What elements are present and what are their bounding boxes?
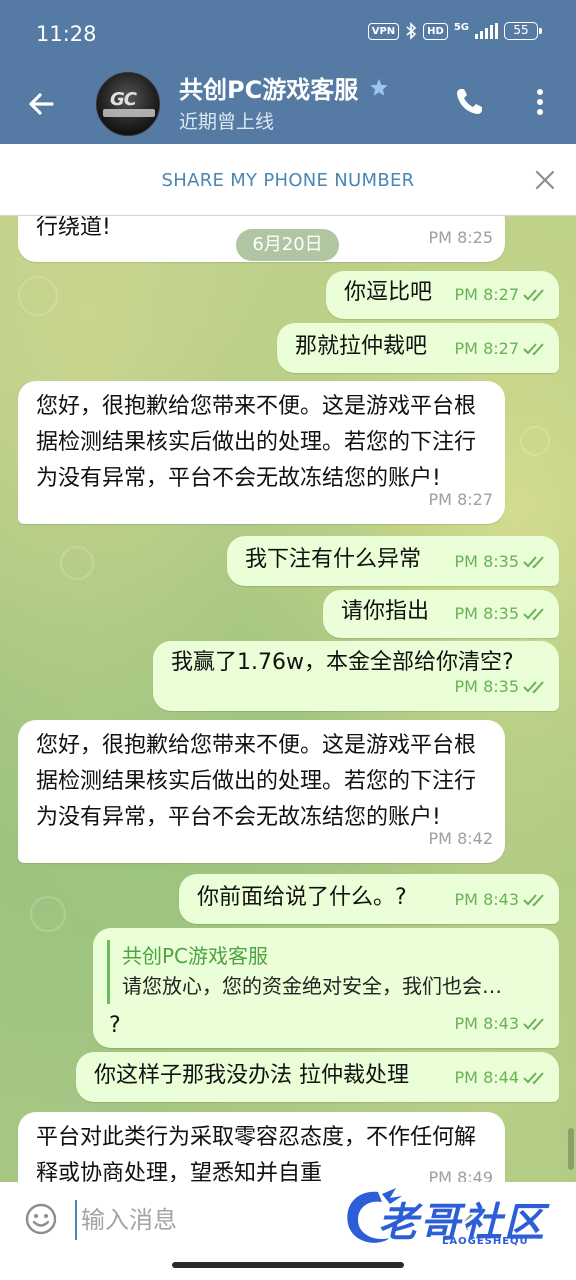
chat-title[interactable]: 共创PC游戏客服 xyxy=(179,70,390,105)
message-text: 那就拉仲裁吧 xyxy=(295,334,428,359)
message-bubble-outgoing[interactable]: 共创PC游戏客服 请您放心，您的资金绝对安全，我们也会… ? PM 8:43 xyxy=(93,928,559,1048)
double-check-icon xyxy=(523,894,544,907)
share-phone-button[interactable]: SHARE MY PHONE NUMBER xyxy=(0,170,576,191)
scroll-indicator[interactable] xyxy=(568,1128,574,1170)
vpn-badge: VPN xyxy=(367,22,400,40)
hd-badge: HD xyxy=(423,22,448,40)
message-text: 您好，很抱歉给您带来不便。这是游戏平台根据检测结果核实后做出的处理。若您的下注行… xyxy=(36,394,477,491)
avatar[interactable]: GC xyxy=(96,72,160,136)
message-meta: PM 8:43 xyxy=(455,1006,547,1042)
date-separator: 6月20日 xyxy=(236,229,339,261)
avatar-logo: GC xyxy=(110,89,137,110)
message-meta: PM 8:42 xyxy=(429,821,493,857)
signal-icon xyxy=(475,23,498,39)
message-text: 行绕道! xyxy=(36,216,111,240)
message-text: 你这样子那我没办法 拉仲裁处理 xyxy=(94,1063,409,1088)
double-check-icon xyxy=(523,608,544,621)
message-meta: PM 8:27 xyxy=(455,277,547,313)
message-meta: PM 8:35 xyxy=(455,544,547,580)
emoji-icon[interactable] xyxy=(24,1202,58,1236)
message-time: PM 8:42 xyxy=(428,829,493,848)
message-meta: PM 8:35 xyxy=(455,596,547,632)
double-check-icon xyxy=(523,289,544,302)
watermark-subtext: LAOGESHEQU xyxy=(442,1236,529,1247)
message-time: PM 8:35 xyxy=(454,552,519,571)
message-time: PM 8:49 xyxy=(428,1168,493,1182)
message-time: PM 8:27 xyxy=(454,285,519,304)
message-meta: PM 8:44 xyxy=(455,1060,547,1096)
avatar-logo-strip xyxy=(103,109,155,117)
status-time: 11:28 xyxy=(36,22,97,46)
message-meta: PM 8:49 xyxy=(429,1160,493,1182)
message-meta: PM 8:27 xyxy=(455,331,547,367)
message-bubble-incoming[interactable]: 平台对此类行为采取零容忍态度，不作任何解释或协商处理，望悉知并自重 PM 8:4… xyxy=(18,1112,505,1182)
message-text: 请你指出 xyxy=(341,599,430,624)
message-bubble-outgoing[interactable]: 我下注有什么异常 PM 8:35 xyxy=(227,536,559,586)
chat-status: 近期曾上线 xyxy=(179,111,275,133)
message-bubble-outgoing[interactable]: 你这样子那我没办法 拉仲裁处理 PM 8:44 xyxy=(76,1052,559,1102)
message-text: 你前面给说了什么。? xyxy=(197,885,407,910)
back-arrow-icon[interactable] xyxy=(24,86,60,122)
message-time: PM 8:35 xyxy=(454,677,519,696)
message-time: PM 8:43 xyxy=(454,890,519,909)
battery-level: 55 xyxy=(513,23,529,37)
message-text: 我下注有什么异常 xyxy=(245,547,422,572)
watermark-logo: 老哥社区 LAOGESHEQU xyxy=(338,1184,568,1256)
wallpaper-doodle xyxy=(18,276,58,316)
message-bubble-outgoing[interactable]: 我赢了1.76w，本金全部给你清空? PM 8:35 xyxy=(153,641,559,711)
double-check-icon xyxy=(523,681,544,694)
chat-messages[interactable]: 行绕道! PM 8:25 6月20日 你逗比吧 PM 8:27 那就拉仲裁吧 P… xyxy=(0,216,576,1182)
status-icons: VPN HD 5G 55 xyxy=(367,22,542,40)
message-time: PM 8:44 xyxy=(454,1068,519,1087)
star-icon xyxy=(370,78,388,96)
message-text: ? xyxy=(109,1013,121,1038)
message-meta: PM 8:27 xyxy=(429,482,493,518)
reply-quote[interactable]: 共创PC游戏客服 请您放心，您的资金绝对安全，我们也会… xyxy=(107,940,547,1004)
wallpaper-doodle xyxy=(60,546,94,580)
status-bar: 11:28 VPN HD 5G 55 xyxy=(0,0,576,68)
message-bubble-incoming[interactable]: 您好，很抱歉给您带来不便。这是游戏平台根据检测结果核实后做出的处理。若您的下注行… xyxy=(18,720,505,863)
message-time: PM 8:27 xyxy=(428,490,493,509)
message-meta: PM 8:25 xyxy=(429,220,493,256)
phone-icon[interactable] xyxy=(452,85,486,119)
share-phone-bar: SHARE MY PHONE NUMBER xyxy=(0,144,576,216)
close-icon[interactable] xyxy=(533,168,557,192)
double-check-icon xyxy=(523,1018,544,1031)
reply-text: 请您放心，您的资金绝对安全，我们也会… xyxy=(122,974,502,998)
message-bubble-outgoing[interactable]: 你前面给说了什么。? PM 8:43 xyxy=(179,874,559,924)
more-vert-icon[interactable] xyxy=(528,85,552,119)
message-time: PM 8:27 xyxy=(454,339,519,358)
message-time: PM 8:25 xyxy=(428,228,493,247)
chat-title-text: 共创PC游戏客服 xyxy=(179,76,359,104)
message-text: 你逗比吧 xyxy=(344,280,433,305)
message-bubble-outgoing[interactable]: 那就拉仲裁吧 PM 8:27 xyxy=(277,323,559,373)
message-meta: PM 8:43 xyxy=(455,882,547,918)
double-check-icon xyxy=(523,1072,544,1085)
message-meta: PM 8:35 xyxy=(455,669,547,705)
reply-author: 共创PC游戏客服 xyxy=(122,944,269,968)
wallpaper-doodle xyxy=(30,896,66,932)
message-bubble-incoming[interactable]: 您好，很抱歉给您带来不便。这是游戏平台根据检测结果核实后做出的处理。若您的下注行… xyxy=(18,381,505,524)
message-text: 平台对此类行为采取零容忍态度，不作任何解释或协商处理，望悉知并自重 xyxy=(36,1125,477,1182)
network-type: 5G xyxy=(453,22,469,33)
home-indicator[interactable] xyxy=(172,1262,404,1268)
double-check-icon xyxy=(523,556,544,569)
chat-header: GC 共创PC游戏客服 近期曾上线 xyxy=(0,68,576,144)
message-time: PM 8:35 xyxy=(454,604,519,623)
message-bubble-outgoing[interactable]: 请你指出 PM 8:35 xyxy=(323,590,559,638)
message-bubble-outgoing[interactable]: 你逗比吧 PM 8:27 xyxy=(326,271,559,319)
message-text: 您好，很抱歉给您带来不便。这是游戏平台根据检测结果核实后做出的处理。若您的下注行… xyxy=(36,733,477,830)
bluetooth-icon xyxy=(406,22,417,40)
battery-icon: 55 xyxy=(504,22,542,40)
message-time: PM 8:43 xyxy=(454,1014,519,1033)
double-check-icon xyxy=(523,343,544,356)
wallpaper-doodle xyxy=(520,426,550,456)
